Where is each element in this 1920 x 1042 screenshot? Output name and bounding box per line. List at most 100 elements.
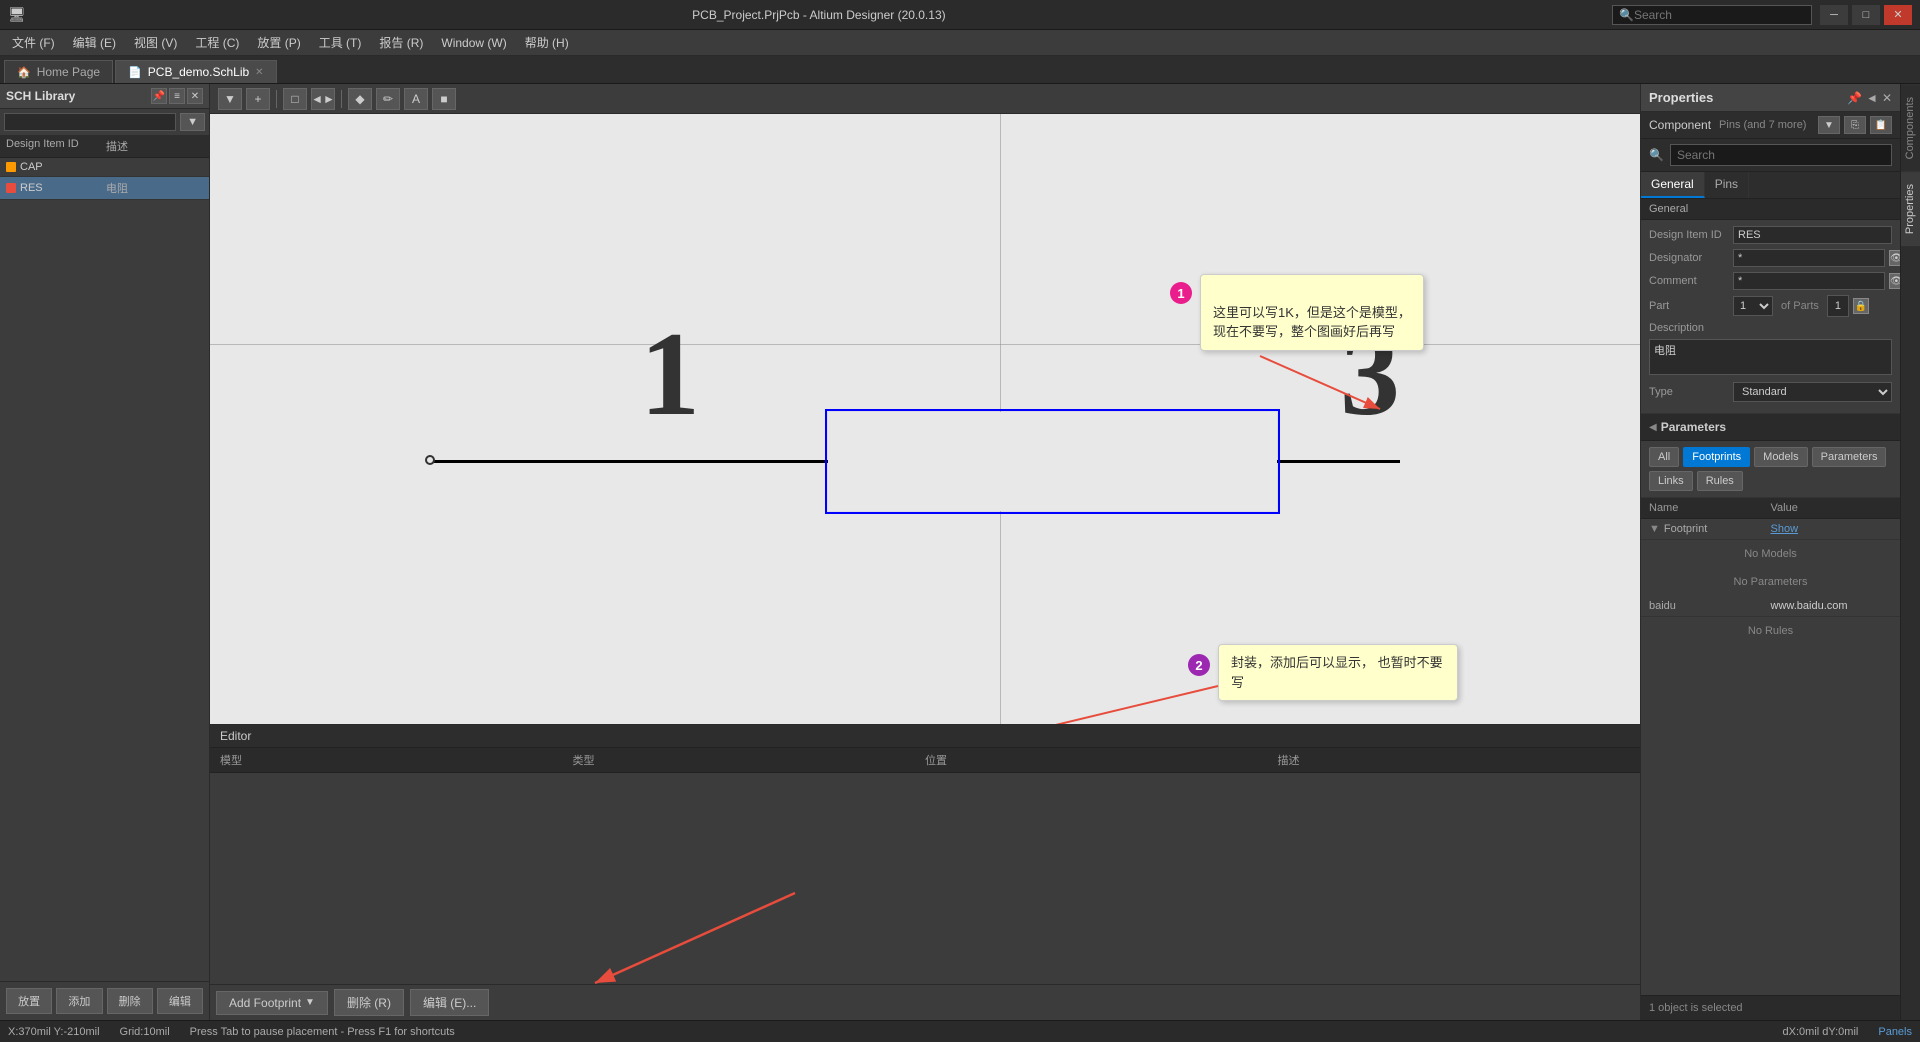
left-panel: SCH Library 📌 ≡ ✕ ▼ Design Item ID 描述 CA… — [0, 84, 210, 1020]
tab-homepage[interactable]: 🏠 Home Page — [4, 60, 113, 83]
delta-coords: dX:0mil dY:0mil — [1783, 1026, 1859, 1038]
param-btn-footprints[interactable]: Footprints — [1683, 447, 1750, 467]
list-item[interactable]: RES 电阻 — [0, 177, 209, 200]
type-label: Type — [1649, 386, 1729, 398]
toolbar-arrow-button[interactable]: ◄► — [311, 88, 335, 110]
tab-close-button[interactable]: ✕ — [255, 67, 263, 78]
component-icon — [6, 183, 16, 193]
menu-edit[interactable]: 编辑 (E) — [65, 32, 124, 53]
add-button[interactable]: 添加 — [56, 988, 102, 1014]
part-select[interactable]: 1 — [1733, 296, 1773, 316]
properties-pin-button[interactable]: 📌 — [1847, 91, 1862, 105]
toolbar-pen-button[interactable]: ✏ — [376, 88, 400, 110]
design-item-id-section: Design Item ID Designator 👁 🔒 Comment 👁 … — [1641, 220, 1900, 414]
menubar: 文件 (F) 编辑 (E) 视图 (V) 工程 (C) 放置 (P) 工具 (T… — [0, 30, 1920, 56]
edit-button[interactable]: 编辑 — [157, 988, 203, 1014]
parameters-collapse-icon[interactable]: ◀ — [1649, 422, 1657, 433]
far-tab-properties[interactable]: Properties — [1901, 171, 1920, 246]
properties-tabs: General Pins — [1641, 172, 1900, 199]
type-select[interactable]: Standard Mechanical — [1733, 382, 1892, 402]
param-btn-parameters[interactable]: Parameters — [1812, 447, 1887, 467]
annotation-badge-2: 2 — [1188, 654, 1210, 676]
left-panel-pin-button[interactable]: 📌 — [151, 88, 167, 104]
tab-schlib[interactable]: 📄 PCB_demo.SchLib ✕ — [115, 60, 276, 83]
toolbar: ▼ + □ ◄► ◆ ✏ A ■ — [210, 84, 1640, 114]
filter-button[interactable]: ▼ — [1818, 116, 1840, 134]
left-panel-menu-button[interactable]: ≡ — [169, 88, 185, 104]
editor-col-position: 位置 — [925, 752, 1278, 768]
editor-table-body — [210, 773, 1640, 984]
titlebar-search-input[interactable] — [1634, 8, 1784, 22]
toolbar-separator — [276, 90, 277, 108]
panels-button[interactable]: Panels — [1878, 1026, 1912, 1038]
tooltip-1-text: 这里可以写1K，但是这个是模型， 现在不要写，整个图画好后再写 — [1213, 305, 1411, 340]
toolbar-add-button[interactable]: + — [246, 88, 270, 110]
left-panel-close-button[interactable]: ✕ — [187, 88, 203, 104]
minimize-button[interactable]: ─ — [1820, 5, 1848, 25]
menu-view[interactable]: 视图 (V) — [126, 32, 185, 53]
search-icon: 🔍 — [1649, 148, 1664, 162]
designator-input[interactable] — [1733, 249, 1885, 267]
maximize-button[interactable]: □ — [1852, 5, 1880, 25]
footprint-expand-icon[interactable]: ▼ — [1649, 523, 1660, 535]
properties-panel: Properties 📌 ◄ ✕ Component Pins (and 7 m… — [1640, 84, 1900, 1020]
param-btn-links[interactable]: Links — [1649, 471, 1693, 491]
properties-panel-title: Properties — [1649, 90, 1713, 105]
place-button[interactable]: 放置 — [6, 988, 52, 1014]
param-btn-models[interactable]: Models — [1754, 447, 1807, 467]
wire-right — [1270, 460, 1400, 463]
tab-general[interactable]: General — [1641, 172, 1705, 198]
add-footprint-label: Add Footprint — [229, 996, 301, 1010]
list-item[interactable]: CAP — [0, 158, 209, 177]
paste-button[interactable]: 📋 — [1870, 116, 1892, 134]
menu-window[interactable]: Window (W) — [433, 34, 514, 52]
window-controls: ─ □ ✕ — [1820, 5, 1912, 25]
menu-reports[interactable]: 报告 (R) — [371, 32, 431, 53]
menu-tools[interactable]: 工具 (T) — [311, 32, 370, 53]
parameter-filter-buttons: All Footprints Models Parameters Links R… — [1641, 441, 1900, 498]
no-rules-text: No Rules — [1641, 617, 1900, 645]
titlebar-search[interactable]: 🔍 — [1612, 5, 1812, 25]
lib-search-button[interactable]: ▼ — [180, 113, 205, 131]
description-label: Description — [1649, 322, 1729, 334]
tab-pins[interactable]: Pins — [1705, 172, 1749, 198]
properties-close-button[interactable]: ✕ — [1882, 91, 1892, 105]
tooltip-2-text: 封装，添加后可以显示， 也暂时不要写 — [1231, 655, 1443, 690]
part-lock-button[interactable]: 🔒 — [1853, 298, 1869, 314]
menu-help[interactable]: 帮助 (H) — [517, 32, 577, 53]
toolbar-text-button[interactable]: A — [404, 88, 428, 110]
toolbar-rect-button[interactable]: □ — [283, 88, 307, 110]
close-button[interactable]: ✕ — [1884, 5, 1912, 25]
add-footprint-button[interactable]: Add Footprint ▼ — [216, 991, 328, 1015]
toolbar-diamond-button[interactable]: ◆ — [348, 88, 372, 110]
component-desc-0 — [106, 161, 203, 173]
far-tab-components[interactable]: Components — [1901, 84, 1920, 171]
properties-search-input[interactable] — [1670, 144, 1892, 166]
toolbar-filter-button[interactable]: ▼ — [218, 88, 242, 110]
param-btn-rules[interactable]: Rules — [1697, 471, 1743, 491]
delete-button[interactable]: 删除 — [107, 988, 153, 1014]
comment-input[interactable] — [1733, 272, 1885, 290]
edit-footprint-button[interactable]: 编辑 (E)... — [410, 989, 489, 1016]
menu-place[interactable]: 放置 (P) — [249, 32, 308, 53]
toolbar-fill-button[interactable]: ■ — [432, 88, 456, 110]
editor-panel-header: Editor — [210, 725, 1640, 748]
design-item-id-input[interactable] — [1733, 226, 1892, 244]
no-parameters-text: No Parameters — [1641, 568, 1900, 596]
param-btn-all[interactable]: All — [1649, 447, 1679, 467]
properties-collapse-button[interactable]: ◄ — [1866, 91, 1878, 105]
footprint-show-link[interactable]: Show — [1771, 523, 1799, 535]
lib-search-input[interactable] — [4, 113, 176, 131]
baidu-name: baidu — [1649, 600, 1676, 612]
lib-col-desc: 描述 — [106, 138, 203, 154]
menu-file[interactable]: 文件 (F) — [4, 32, 63, 53]
copy-button[interactable]: ⎘ — [1844, 116, 1866, 134]
baidu-row[interactable]: baidu www.baidu.com — [1641, 596, 1900, 617]
description-textarea[interactable] — [1649, 339, 1892, 375]
delete-footprint-button[interactable]: 删除 (R) — [334, 989, 404, 1016]
schematic-canvas[interactable]: 1 3 1 这里可以写1K，但是这个是模型， 现在不要写，整个图画好后再写 — [210, 114, 1640, 724]
comment-row: Comment 👁 🔒 — [1649, 272, 1892, 290]
footprint-row[interactable]: ▼ Footprint Show — [1641, 519, 1900, 540]
add-footprint-dropdown-icon[interactable]: ▼ — [305, 997, 315, 1008]
menu-project[interactable]: 工程 (C) — [187, 32, 247, 53]
